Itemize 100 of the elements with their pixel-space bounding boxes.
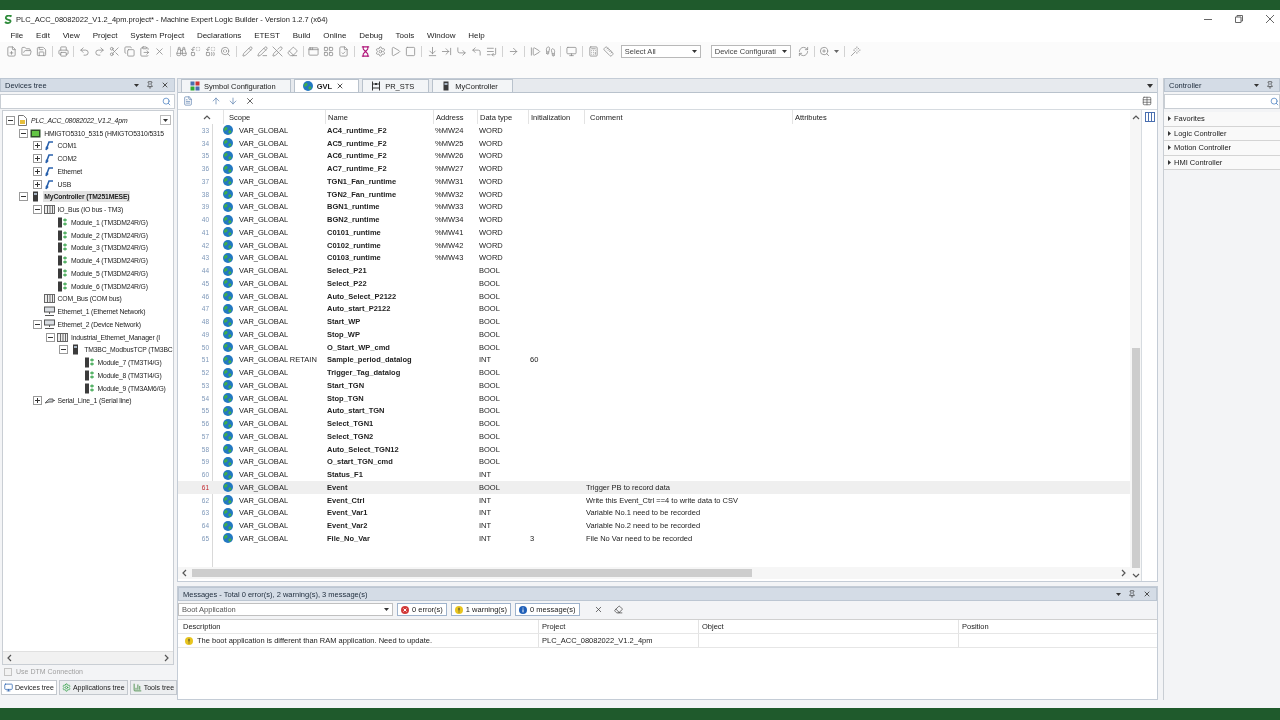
delete-icon[interactable] <box>153 45 165 57</box>
expand-toggle-icon[interactable] <box>32 154 42 164</box>
expand-toggle-icon[interactable] <box>32 141 42 151</box>
device-icon <box>441 81 452 91</box>
window-icon[interactable] <box>308 45 320 57</box>
binoculars-icon[interactable] <box>175 45 187 57</box>
close-icon[interactable] <box>161 81 169 89</box>
scroll-down-icon[interactable] <box>1131 572 1140 579</box>
menu-item[interactable]: Project <box>86 28 124 42</box>
expand-toggle-icon[interactable] <box>32 205 42 215</box>
pen-off-icon[interactable] <box>271 45 283 57</box>
globe-icon <box>223 176 233 187</box>
scroll-left-icon[interactable] <box>181 569 188 577</box>
scroll-right-icon[interactable] <box>163 654 170 662</box>
ruler-icon[interactable] <box>602 45 614 57</box>
pin-icon[interactable] <box>1266 81 1274 89</box>
arrow-up-icon[interactable] <box>211 96 221 106</box>
menu-item[interactable]: Declarations <box>190 28 248 42</box>
arrow-down-icon[interactable] <box>228 96 238 106</box>
zoom-icon[interactable] <box>819 45 831 57</box>
expand-toggle-icon[interactable] <box>32 166 42 176</box>
chevron-up-icon[interactable] <box>203 113 211 121</box>
dropdown-button[interactable] <box>160 115 171 126</box>
arrow-right-to-line-icon[interactable] <box>441 45 453 57</box>
menu-item[interactable]: View <box>56 28 87 42</box>
expand-toggle-icon[interactable] <box>6 115 15 125</box>
panel-icon[interactable] <box>1144 112 1155 122</box>
expand-toggle-icon[interactable] <box>19 192 29 202</box>
caret-icon[interactable] <box>834 49 840 53</box>
menu-item[interactable]: Edit <box>29 28 57 42</box>
grid-icon[interactable] <box>323 45 335 57</box>
search-field[interactable] <box>0 94 175 109</box>
expand-toggle-icon[interactable] <box>32 396 42 406</box>
menu-item[interactable]: Window <box>420 28 462 42</box>
hourglass-icon[interactable] <box>360 45 372 57</box>
menu-item[interactable]: Debug <box>352 28 390 42</box>
replace-icon[interactable] <box>190 45 202 57</box>
monitor-icon[interactable] <box>566 45 578 57</box>
eraser-icon[interactable] <box>286 45 298 57</box>
file-check-icon[interactable] <box>338 45 350 57</box>
scroll-right-icon[interactable] <box>1120 569 1127 577</box>
open-folder-icon[interactable] <box>20 45 32 57</box>
scrollbar-thumb[interactable] <box>1131 348 1140 568</box>
caret-icon[interactable] <box>1254 83 1259 87</box>
undo-icon[interactable] <box>79 45 91 57</box>
search-field[interactable] <box>1164 94 1280 109</box>
wand-icon[interactable] <box>850 45 862 57</box>
menu-item[interactable]: Build <box>286 28 317 42</box>
caret-icon[interactable] <box>1116 592 1121 596</box>
step-forward-icon[interactable] <box>529 45 541 57</box>
pencil-line-icon[interactable] <box>256 45 268 57</box>
eraser-icon[interactable] <box>613 605 623 614</box>
copy-icon[interactable] <box>124 45 135 57</box>
expand-toggle-icon[interactable] <box>32 319 42 329</box>
search-code-icon[interactable] <box>220 45 232 57</box>
x-icon[interactable] <box>593 605 603 614</box>
new-file-icon[interactable] <box>6 45 17 57</box>
arrow-right-icon[interactable] <box>507 45 519 57</box>
save-icon[interactable] <box>35 45 47 57</box>
menu-item[interactable]: Tools <box>389 28 421 42</box>
calculator-icon[interactable] <box>588 45 600 57</box>
cut-icon[interactable] <box>109 45 121 57</box>
close-icon[interactable] <box>336 82 345 90</box>
stop-icon[interactable] <box>404 45 416 57</box>
paste-icon[interactable] <box>138 45 150 57</box>
x-icon[interactable] <box>245 96 255 106</box>
menu-item[interactable]: ETEST <box>247 28 287 42</box>
caret-icon <box>384 608 389 611</box>
refresh-icon[interactable] <box>797 45 809 57</box>
expand-toggle-icon[interactable] <box>19 128 29 138</box>
close-icon[interactable] <box>1143 590 1151 598</box>
arrow-down-to-line-icon[interactable] <box>426 45 438 57</box>
document-icon[interactable] <box>183 96 193 106</box>
vertical-scrollbar[interactable] <box>1130 110 1141 581</box>
printer-icon[interactable] <box>57 45 69 57</box>
menu-item[interactable]: System Project <box>123 28 191 42</box>
scrollbar-thumb[interactable] <box>192 569 752 577</box>
menu-item[interactable]: Help <box>461 28 492 42</box>
caret-icon[interactable] <box>134 83 139 87</box>
pin-icon[interactable] <box>1128 590 1136 598</box>
corner-arrow-icon[interactable] <box>456 45 468 57</box>
list-end-icon[interactable] <box>486 45 498 57</box>
caret-icon[interactable] <box>1147 83 1153 88</box>
pencil-icon[interactable] <box>242 45 254 57</box>
menu-item[interactable]: Online <box>316 28 353 42</box>
scroll-left-icon[interactable] <box>6 654 13 662</box>
expand-toggle-icon[interactable] <box>32 179 42 189</box>
pin-icon[interactable] <box>146 81 154 89</box>
expand-toggle-icon[interactable] <box>45 332 55 342</box>
expand-toggle-icon[interactable] <box>59 345 69 355</box>
scroll-up-icon[interactable] <box>1131 114 1140 121</box>
replace-all-icon[interactable] <box>205 45 217 57</box>
footprints-icon[interactable] <box>544 45 556 57</box>
redo-icon[interactable] <box>94 45 106 57</box>
menu-item[interactable]: File <box>4 28 30 42</box>
play-icon[interactable] <box>389 45 401 57</box>
horizontal-scrollbar[interactable] <box>178 567 1130 579</box>
horizontal-scrollbar[interactable] <box>3 651 173 664</box>
return-arrow-icon[interactable] <box>471 45 483 57</box>
table-icon[interactable] <box>1142 96 1152 106</box>
